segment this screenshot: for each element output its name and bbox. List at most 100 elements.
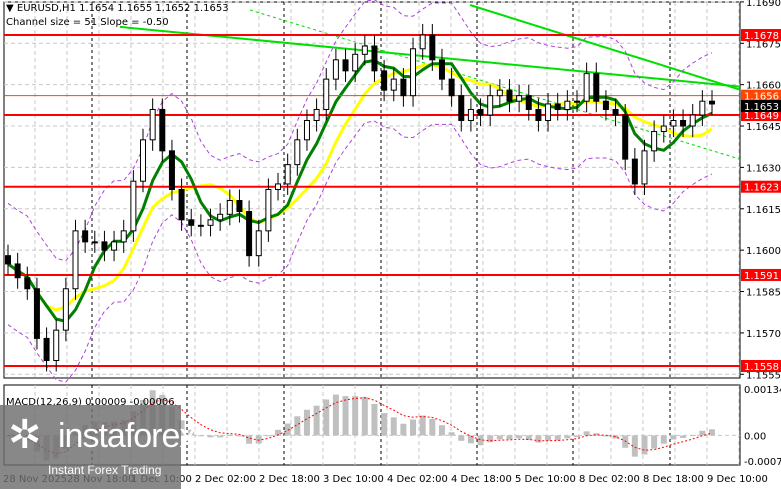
candle-bear xyxy=(709,100,715,105)
candle-bull xyxy=(332,59,339,80)
macd-histogram-bar xyxy=(361,396,368,436)
time-axis-label: 9 Dec 10:00 xyxy=(707,474,768,485)
time-axis-label: 4 Dec 02:00 xyxy=(387,474,448,485)
candle-bear xyxy=(14,263,21,279)
candle-bull xyxy=(361,45,368,55)
candle-bear xyxy=(246,211,253,257)
macd-histogram-bar xyxy=(506,435,513,440)
macd-histogram-bar xyxy=(448,432,455,436)
macd-tick-label: 0.00 xyxy=(744,431,766,442)
candle-bear xyxy=(631,158,638,185)
candle-bull xyxy=(294,139,301,166)
candle-bear xyxy=(101,241,108,251)
candle-bear xyxy=(178,188,185,221)
time-axis-label: 2 Dec 18:00 xyxy=(259,474,320,485)
candle-bear xyxy=(5,255,11,265)
candle-bear xyxy=(622,114,629,160)
candle-bull xyxy=(72,230,79,290)
macd-histogram-bar xyxy=(429,418,436,436)
candle-bear xyxy=(33,288,40,339)
macd-histogram-bar xyxy=(487,435,494,443)
candle-bear xyxy=(477,108,484,116)
macd-histogram-bar xyxy=(458,435,465,441)
logo-name: instaforex xyxy=(58,417,196,455)
macd-histogram-bar xyxy=(323,399,330,436)
time-axis-label: 3 Dec 10:00 xyxy=(323,474,384,485)
macd-histogram-bar xyxy=(689,434,696,436)
instaforex-logo: ✲ instaforex Instant Forex Trading xyxy=(0,405,196,489)
candle-bull xyxy=(487,95,494,116)
price-tick-label: 1.1690 xyxy=(746,0,781,9)
current-price-label: 1.1653 xyxy=(744,102,779,113)
macd-histogram-bar xyxy=(246,435,253,444)
candle-bull xyxy=(699,100,706,116)
candle-bear xyxy=(448,78,455,97)
candle-bear xyxy=(236,199,243,213)
price-tick-label: 1.1600 xyxy=(746,246,781,257)
candle-bull xyxy=(207,219,214,226)
candle-bull xyxy=(410,48,417,97)
macd-histogram-bar xyxy=(265,435,272,437)
macd-histogram-bar xyxy=(217,435,224,438)
candle-bear xyxy=(159,108,166,152)
gear-logo-icon: ✲ xyxy=(8,412,42,458)
macd-histogram-bar xyxy=(545,435,552,441)
candle-bull xyxy=(53,329,60,361)
macd-histogram-bar xyxy=(554,435,561,441)
candle-bull xyxy=(303,120,310,141)
candle-bear xyxy=(342,59,349,72)
macd-histogram-bar xyxy=(583,431,590,436)
macd-histogram-bar xyxy=(236,435,243,437)
candle-bear xyxy=(381,70,388,91)
candle-bear xyxy=(680,120,687,127)
channel-info: Channel size = 51 Slope = -0.50 xyxy=(6,17,169,28)
candle-bear xyxy=(525,95,532,110)
candle-bear xyxy=(188,219,195,226)
candle-bear xyxy=(429,34,436,61)
macd-histogram-bar xyxy=(564,435,571,439)
candle-bull xyxy=(670,120,677,127)
candle-bear xyxy=(438,59,445,80)
candle-bull xyxy=(217,213,224,221)
candle-bear xyxy=(400,78,407,97)
candle-bull xyxy=(390,78,397,91)
candle-bull xyxy=(352,53,359,72)
logo-tagline: Instant Forex Trading xyxy=(48,463,162,477)
macd-histogram-bar xyxy=(381,413,388,436)
candle-bull xyxy=(226,199,233,215)
candle-bull xyxy=(323,78,330,110)
candle-bull xyxy=(689,114,696,127)
macd-histogram-bar xyxy=(680,435,687,438)
level-label: 1.1678 xyxy=(744,31,779,42)
macd-histogram-bar xyxy=(670,435,677,440)
macd-histogram-bar xyxy=(255,435,262,444)
macd-histogram-bar xyxy=(197,435,204,437)
dropdown-triangle-icon[interactable]: ▼ xyxy=(6,3,17,14)
candle-bull xyxy=(660,125,667,133)
candle-bull xyxy=(111,241,118,251)
candle-bull xyxy=(130,180,137,232)
macd-histogram-bar xyxy=(535,435,542,443)
candle-bull xyxy=(467,108,474,122)
time-axis-label: 4 Dec 18:00 xyxy=(451,474,512,485)
level-label: 1.1558 xyxy=(744,362,779,373)
time-axis-label: 8 Dec 02:00 xyxy=(579,474,640,485)
macd-histogram-bar xyxy=(313,405,320,436)
candle-bear xyxy=(612,108,619,116)
candle-bear xyxy=(602,100,609,110)
macd-histogram-bar xyxy=(410,419,417,436)
candle-bull xyxy=(149,108,156,141)
candle-bull xyxy=(265,188,272,232)
macd-histogram-bar xyxy=(641,435,648,455)
candle-bull xyxy=(91,241,98,244)
macd-histogram-bar xyxy=(284,423,291,436)
candle-bull xyxy=(419,34,426,50)
macd-histogram-bar xyxy=(226,434,233,436)
macd-histogram-bar xyxy=(573,435,580,438)
time-axis-label: 2 Dec 02:00 xyxy=(195,474,256,485)
macd-tick-label: -0.00073 xyxy=(744,457,781,468)
candle-bull xyxy=(62,288,69,331)
level-label: 1.1591 xyxy=(744,271,779,282)
time-axis-label: 8 Dec 18:00 xyxy=(643,474,704,485)
macd-histogram-bar xyxy=(207,435,214,438)
